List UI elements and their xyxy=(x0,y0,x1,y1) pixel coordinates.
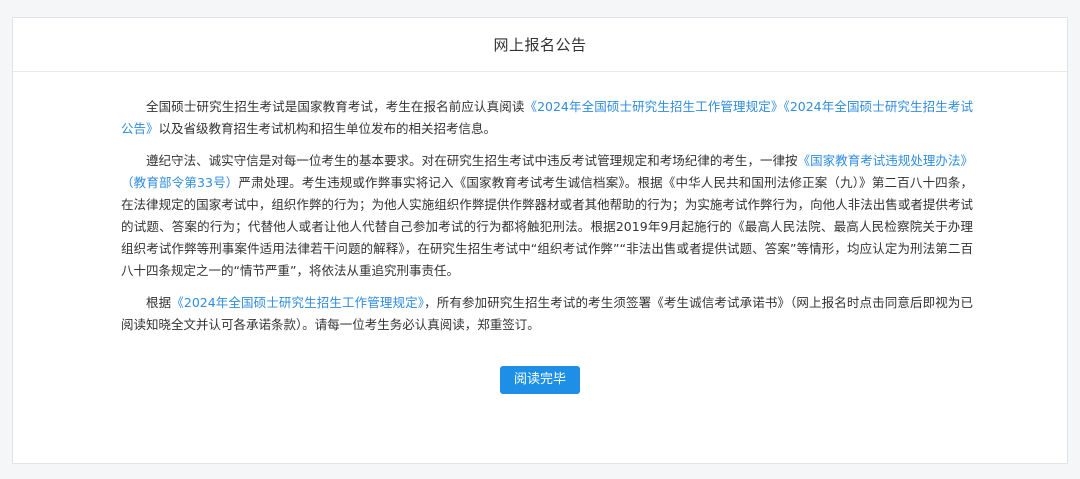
link-admission-regulations[interactable]: 《2024年全国硕士研究生招生工作管理规定》 xyxy=(524,99,783,114)
announcement-panel: 网上报名公告 全国硕士研究生招生考试是国家教育考试，考生在报名前应认真阅读《20… xyxy=(12,17,1068,464)
paragraph-1-text-a: 全国硕士研究生招生考试是国家教育考试，考生在报名前应认真阅读 xyxy=(146,99,525,114)
panel-header: 网上报名公告 xyxy=(13,18,1067,72)
paragraph-2-text-b: 严肃处理。考生违规或作弊事实将记入《国家教育考试考生诚信档案》。根据《中华人民共… xyxy=(121,175,973,278)
paragraph-3: 根据《2024年全国硕士研究生招生工作管理规定》，所有参加研究生招生考试的考生须… xyxy=(121,292,973,336)
link-admission-regulations-2[interactable]: 《2024年全国硕士研究生招生工作管理规定》 xyxy=(171,295,424,310)
paragraph-2-text-a: 遵纪守法、诚实守信是对每一位考生的基本要求。对在研究生招生考试中违反考试管理规定… xyxy=(146,153,798,168)
paragraph-2: 遵纪守法、诚实守信是对每一位考生的基本要求。对在研究生招生考试中违反考试管理规定… xyxy=(121,150,973,282)
paragraph-1: 全国硕士研究生招生考试是国家教育考试，考生在报名前应认真阅读《2024年全国硕士… xyxy=(121,96,973,140)
announcement-content: 全国硕士研究生招生考试是国家教育考试，考生在报名前应认真阅读《2024年全国硕士… xyxy=(121,96,973,346)
paragraph-3-text-a: 根据 xyxy=(146,295,172,310)
paragraph-1-text-b: 以及省级教育招生考试机构和招生单位发布的相关招考信息。 xyxy=(158,121,497,136)
read-complete-button[interactable]: 阅读完毕 xyxy=(499,366,580,394)
button-row: 阅读完毕 xyxy=(13,366,1067,394)
page-title: 网上报名公告 xyxy=(493,36,587,54)
